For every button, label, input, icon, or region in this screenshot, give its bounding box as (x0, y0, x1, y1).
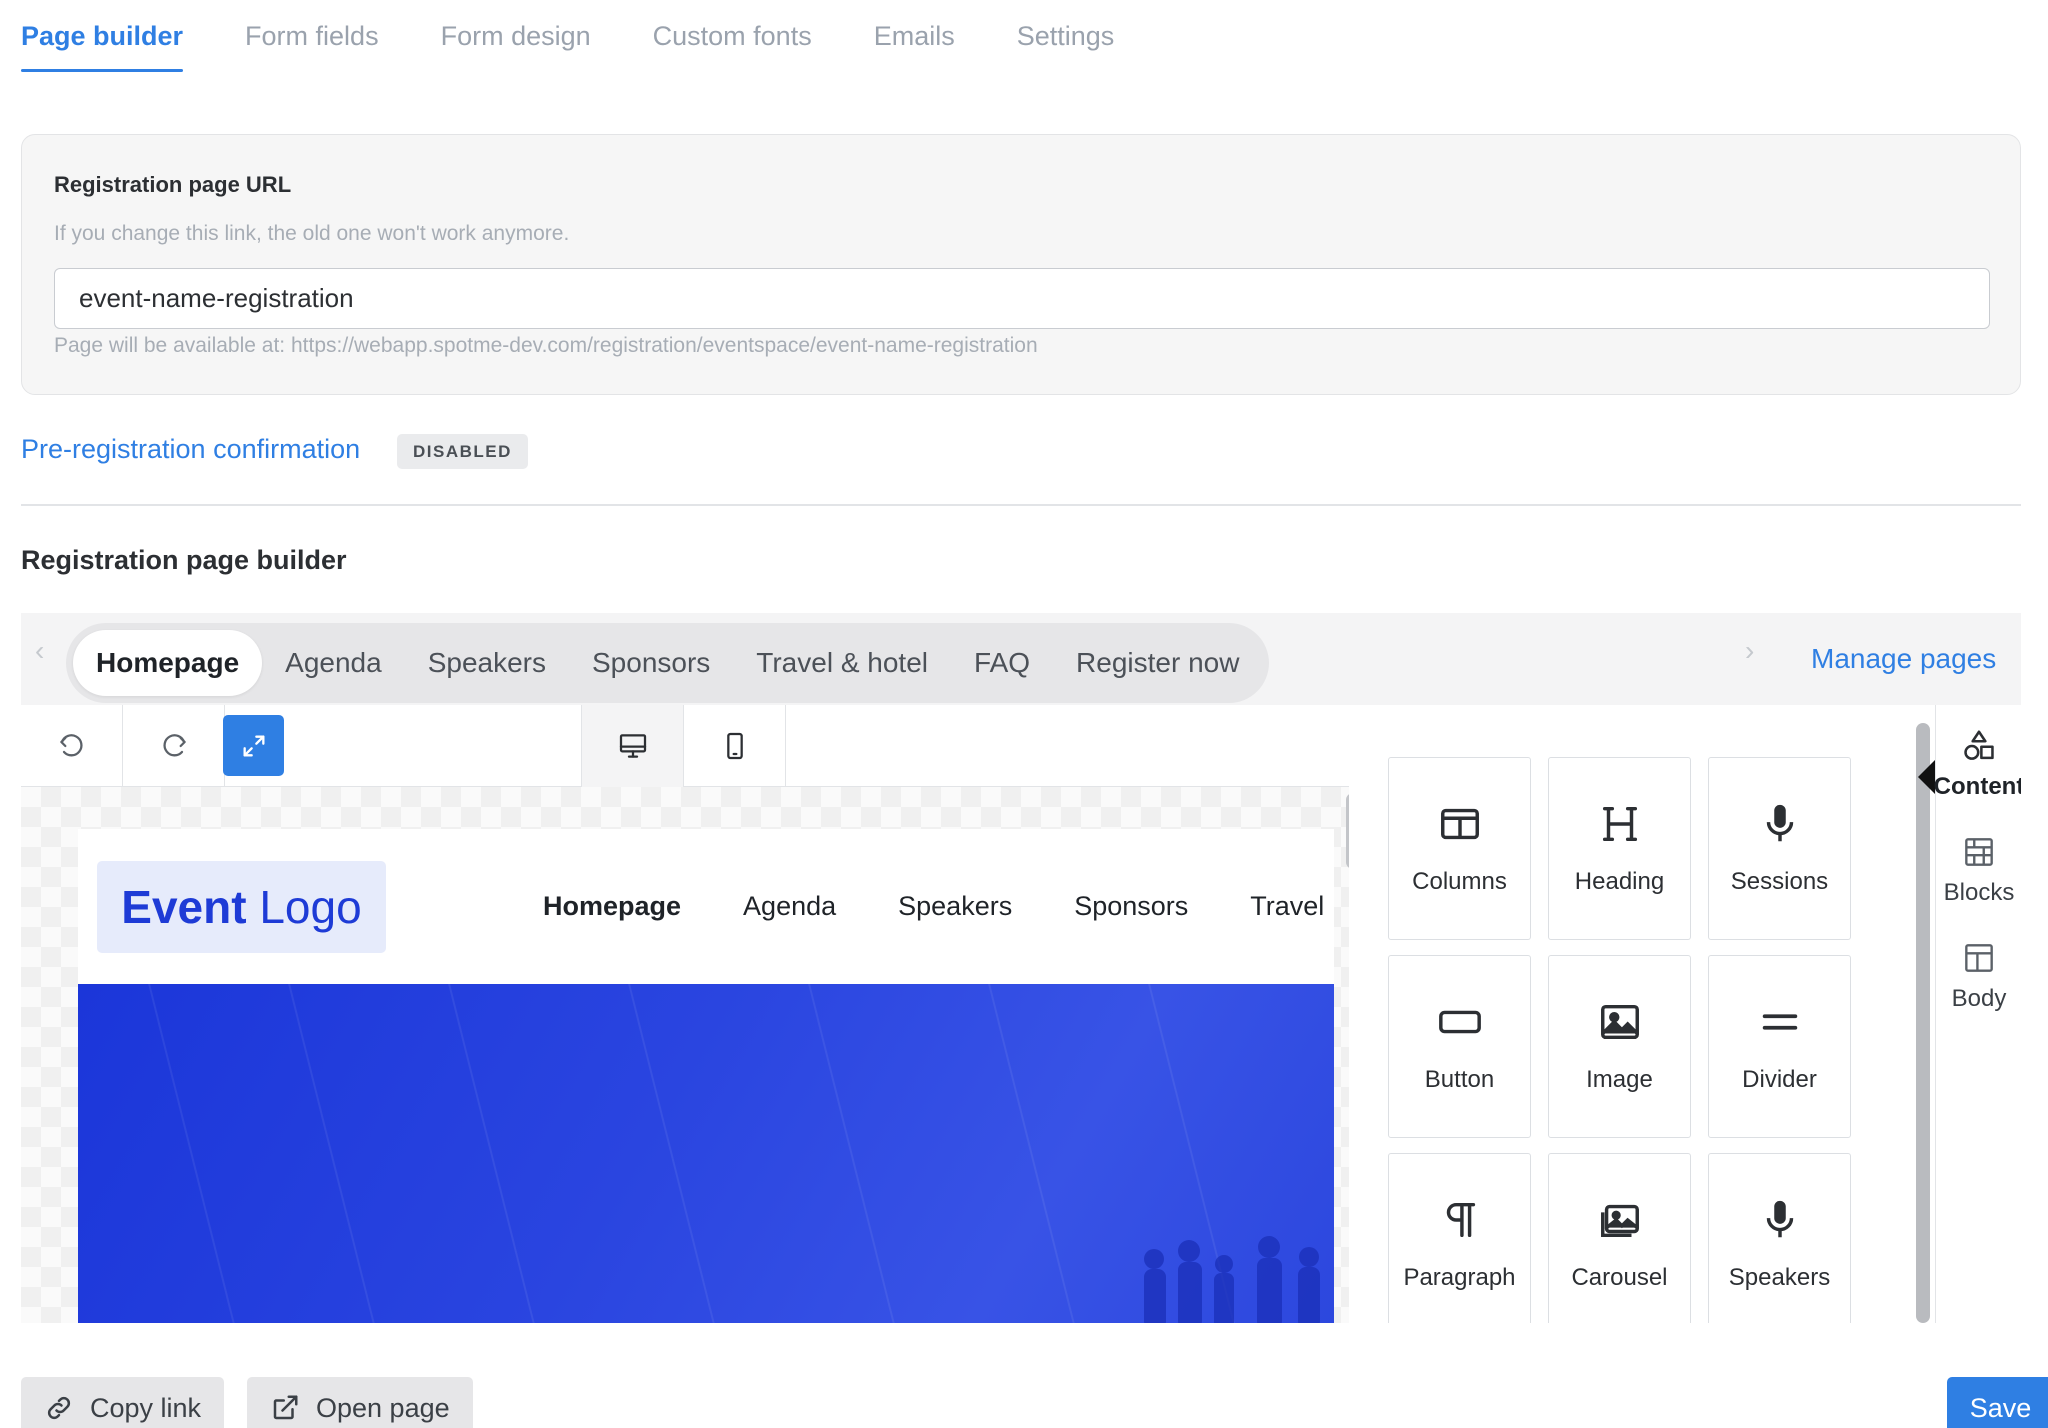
content-tile-label: Button (1424, 1066, 1495, 1093)
tab-form-design[interactable]: Form design (441, 0, 591, 72)
preview-nav-travel[interactable]: Travel (1250, 891, 1324, 922)
expand-icon (243, 735, 264, 756)
copy-link-label: Copy link (90, 1392, 202, 1423)
microphone-icon (1757, 801, 1803, 868)
content-tile-paragraph[interactable]: Paragraph (1388, 1153, 1531, 1323)
layout-icon (1965, 944, 1993, 972)
preview-nav-homepage[interactable]: Homepage (543, 891, 681, 922)
content-tile-columns[interactable]: Columns (1388, 757, 1531, 940)
divider-icon (1757, 999, 1803, 1066)
url-card-help-text: If you change this link, the old one won… (54, 222, 570, 245)
preview-nav-speakers[interactable]: Speakers (898, 891, 1012, 922)
manage-pages-link[interactable]: Manage pages (1811, 643, 1996, 675)
fullscreen-button[interactable] (223, 715, 284, 776)
chevron-left-icon[interactable]: ‹ (35, 635, 44, 667)
content-tile-carousel[interactable]: Carousel (1548, 1153, 1691, 1323)
page-tab-register-now[interactable]: Register now (1053, 630, 1262, 696)
divider (21, 504, 2021, 506)
content-tile-divider[interactable]: Divider (1708, 955, 1851, 1138)
page-tabs: Homepage Agenda Speakers Sponsors Travel… (66, 623, 1270, 703)
content-tile-label: Divider (1742, 1066, 1817, 1093)
desktop-view-button[interactable] (581, 705, 684, 787)
redo-icon (162, 734, 186, 757)
registration-url-card: Registration page URL If you change this… (21, 134, 2021, 395)
undo-icon (59, 734, 83, 757)
content-tile-label: Speakers (1728, 1264, 1831, 1291)
logo-rest-text: Logo (246, 881, 362, 933)
content-tile-heading[interactable]: Heading (1548, 757, 1691, 940)
button-icon (1437, 999, 1483, 1066)
top-tabs: Page builder Form fields Form design Cus… (21, 0, 1176, 74)
external-link-icon (273, 1395, 298, 1420)
side-nav-label: Blocks (1943, 879, 2015, 906)
side-nav-content[interactable]: Content (1909, 727, 2021, 801)
undo-button[interactable] (21, 705, 123, 787)
blocks-icon (1965, 838, 1993, 866)
content-tile-label: Heading (1574, 868, 1665, 895)
columns-icon (1437, 801, 1483, 868)
content-tile-image[interactable]: Image (1548, 955, 1691, 1138)
preview-nav-sponsors[interactable]: Sponsors (1074, 891, 1188, 922)
paragraph-icon (1437, 1197, 1483, 1264)
event-logo[interactable]: Event Logo (97, 861, 386, 953)
page-builder: ‹ Homepage Agenda Speakers Sponsors Trav… (21, 613, 2021, 1323)
editor-area: Event Logo Homepage Agenda Speakers Spon… (21, 705, 1349, 1323)
heading-icon (1597, 801, 1643, 868)
tab-form-fields[interactable]: Form fields (245, 0, 379, 72)
side-nav-label: Content (1933, 773, 2021, 800)
tab-page-builder[interactable]: Page builder (21, 0, 184, 72)
section-title: Registration page builder (21, 545, 347, 575)
carousel-icon (1597, 1197, 1643, 1264)
tab-emails[interactable]: Emails (874, 0, 955, 72)
tab-custom-fonts[interactable]: Custom fonts (653, 0, 812, 72)
save-button[interactable]: Save (1947, 1377, 2048, 1428)
content-tile-sessions[interactable]: Sessions (1708, 757, 1851, 940)
preview-nav: Homepage Agenda Speakers Sponsors Travel (543, 891, 1349, 922)
content-tile-speakers[interactable]: Speakers (1708, 1153, 1851, 1323)
preview-site-header: Event Logo Homepage Agenda Speakers Spon… (78, 829, 1334, 984)
side-nav-label: Body (1951, 985, 2007, 1012)
mobile-icon (726, 732, 743, 760)
page-tab-faq[interactable]: FAQ (951, 630, 1053, 696)
content-tile-label: Carousel (1571, 1264, 1668, 1291)
crowd-silhouette-icon (1144, 1236, 1320, 1323)
open-page-label: Open page (316, 1392, 450, 1423)
link-icon (47, 1396, 71, 1420)
url-card-title: Registration page URL (54, 172, 292, 197)
content-tile-label: Paragraph (1403, 1264, 1516, 1291)
preview-nav-agenda[interactable]: Agenda (743, 891, 836, 922)
open-page-button[interactable]: Open page (247, 1377, 473, 1428)
panel-scrollbar[interactable] (1916, 723, 1930, 1323)
page-tab-travel-hotel[interactable]: Travel & hotel (733, 630, 951, 696)
preview-hero-image[interactable] (78, 984, 1334, 1323)
mobile-view-button[interactable] (684, 705, 786, 787)
page-tab-speakers[interactable]: Speakers (405, 630, 569, 696)
content-tile-label: Image (1586, 1066, 1653, 1093)
chevron-right-icon[interactable]: › (1745, 635, 1754, 667)
page-tab-agenda[interactable]: Agenda (262, 630, 405, 696)
page-tab-sponsors[interactable]: Sponsors (569, 630, 733, 696)
copy-link-button[interactable]: Copy link (21, 1377, 225, 1428)
shapes-icon (1964, 730, 1994, 760)
side-nav-body[interactable]: Body (1909, 939, 2021, 1013)
preview-canvas[interactable]: Event Logo Homepage Agenda Speakers Spon… (21, 787, 1349, 1323)
url-preview-text: Page will be available at: https://webap… (54, 334, 1038, 357)
redo-button[interactable] (123, 705, 225, 787)
content-tile-label: Sessions (1730, 868, 1829, 895)
desktop-icon (619, 734, 646, 758)
editor-toolbar (21, 705, 1349, 787)
logo-bold-text: Event (121, 881, 247, 933)
image-icon (1597, 999, 1643, 1066)
side-nav-blocks[interactable]: Blocks (1909, 833, 2021, 907)
registration-url-input[interactable] (54, 268, 1990, 329)
side-nav: Content Blocks Body (1934, 705, 2021, 1323)
tab-settings[interactable]: Settings (1017, 0, 1115, 72)
page-tab-homepage[interactable]: Homepage (73, 630, 263, 696)
content-tile-button[interactable]: Button (1388, 955, 1531, 1138)
content-tile-label: Columns (1412, 868, 1507, 895)
microphone-icon (1757, 1197, 1803, 1264)
status-badge: DISABLED (397, 434, 528, 469)
pre-registration-confirmation-link[interactable]: Pre-registration confirmation (21, 434, 360, 465)
